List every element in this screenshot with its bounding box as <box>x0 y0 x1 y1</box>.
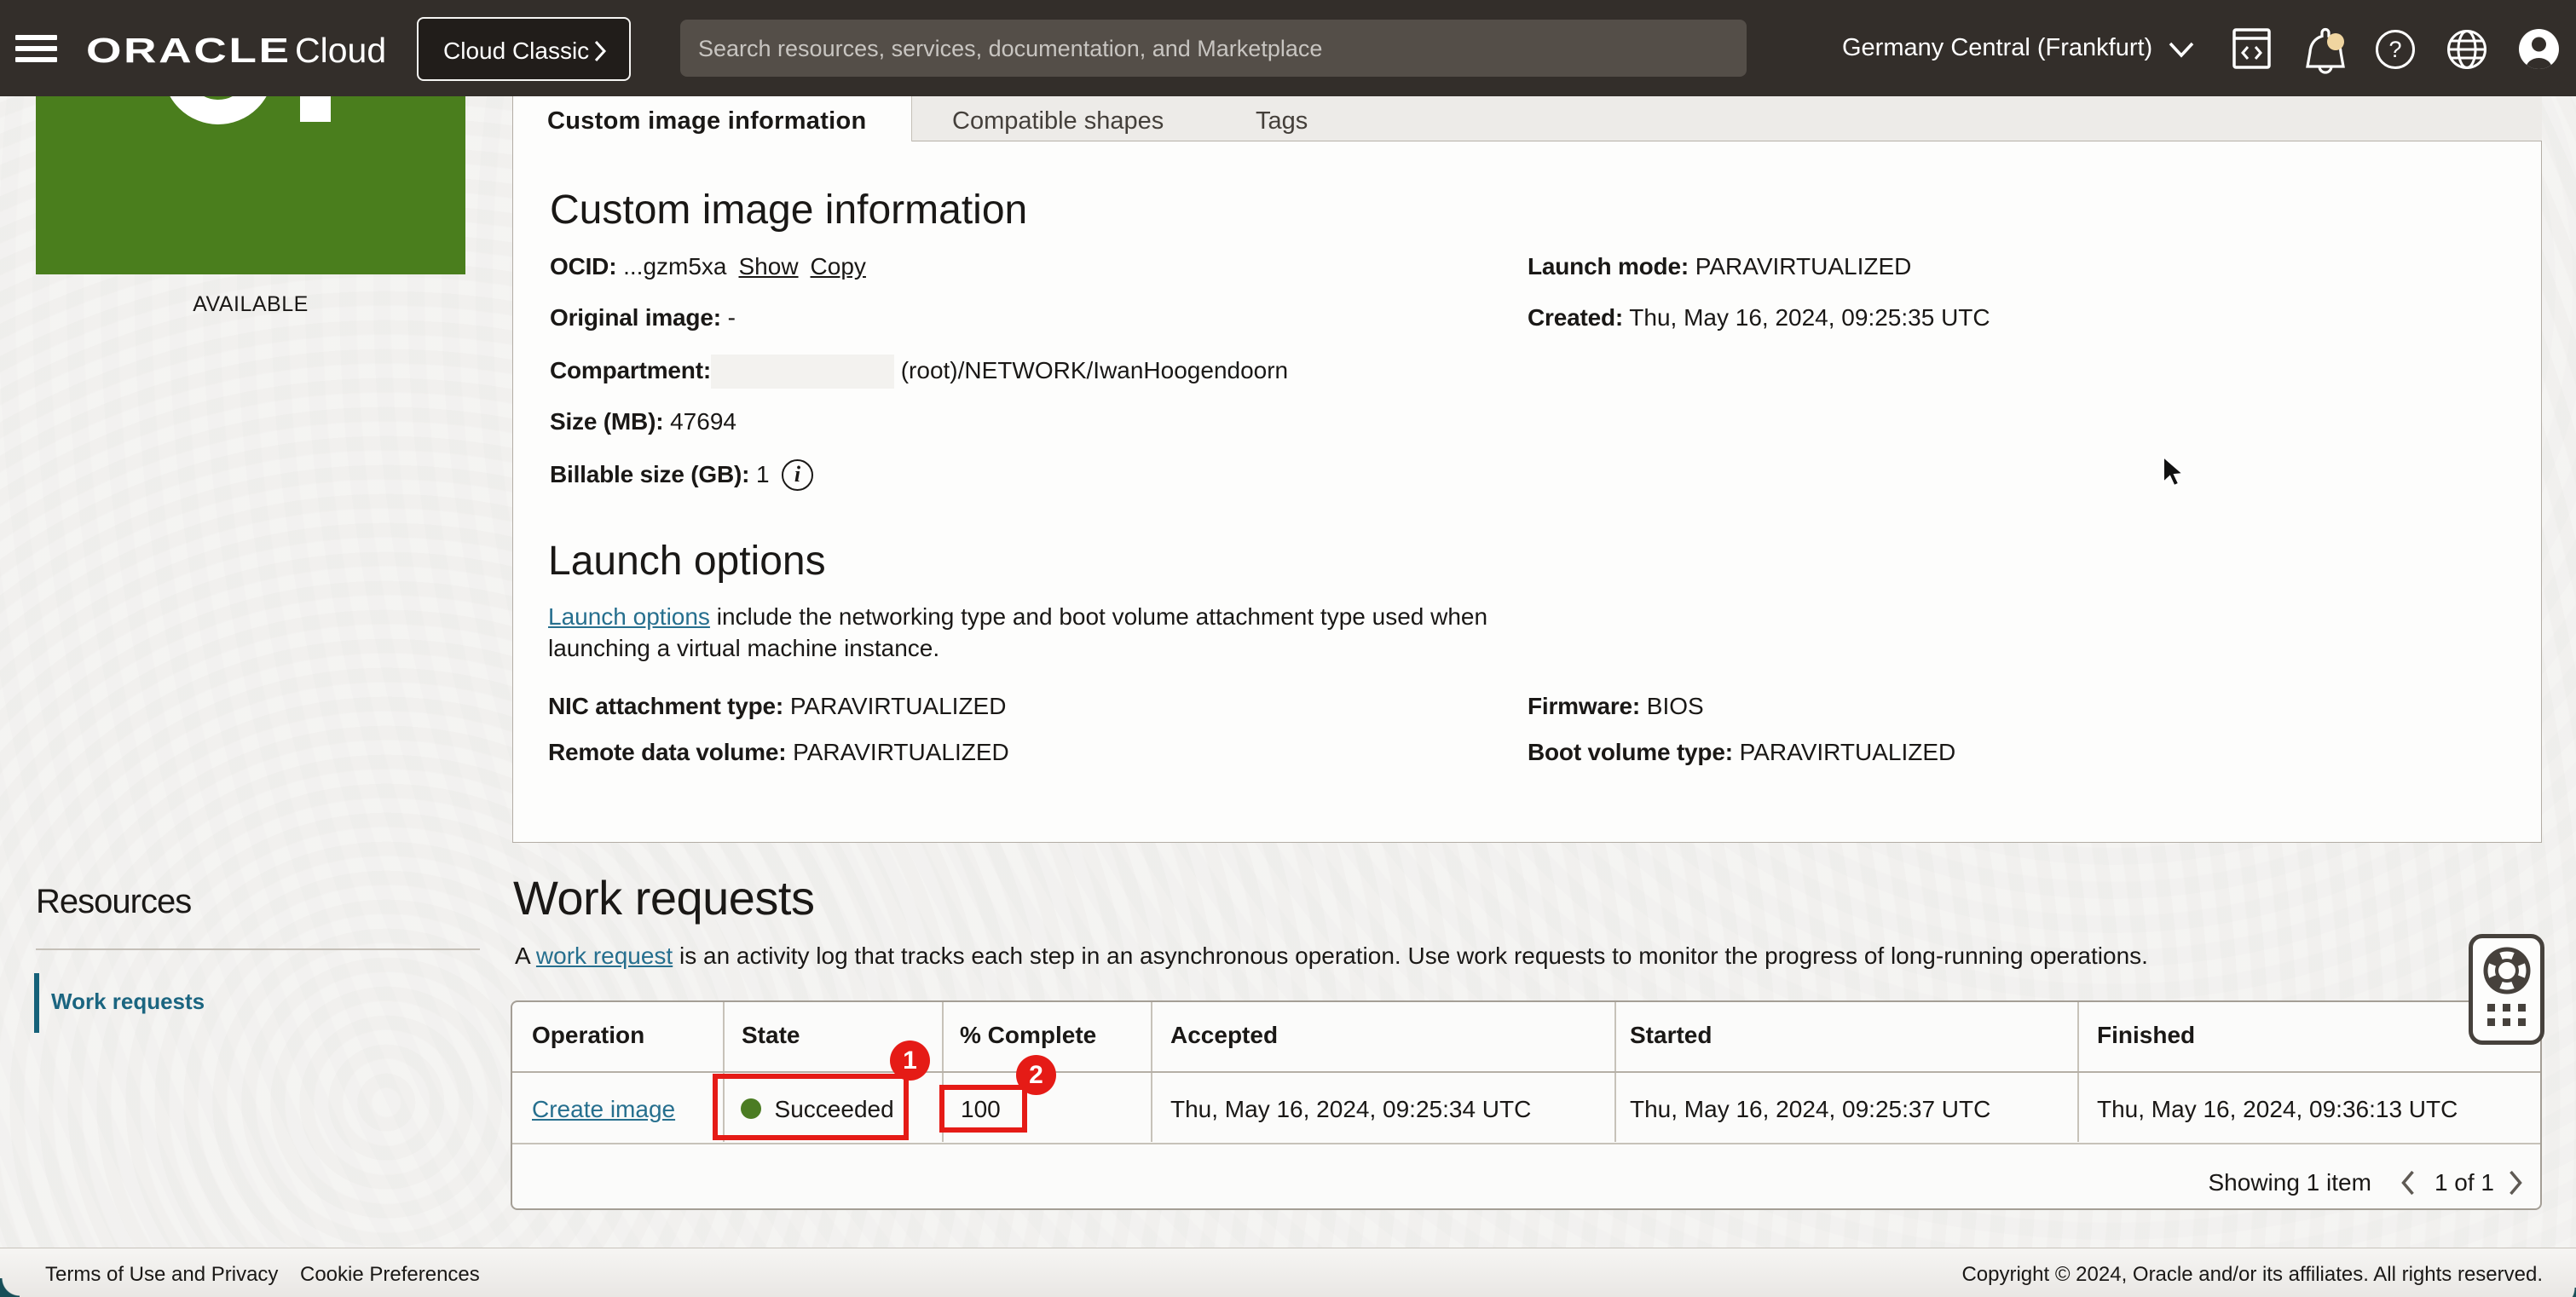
svg-text:?: ? <box>2388 37 2401 62</box>
